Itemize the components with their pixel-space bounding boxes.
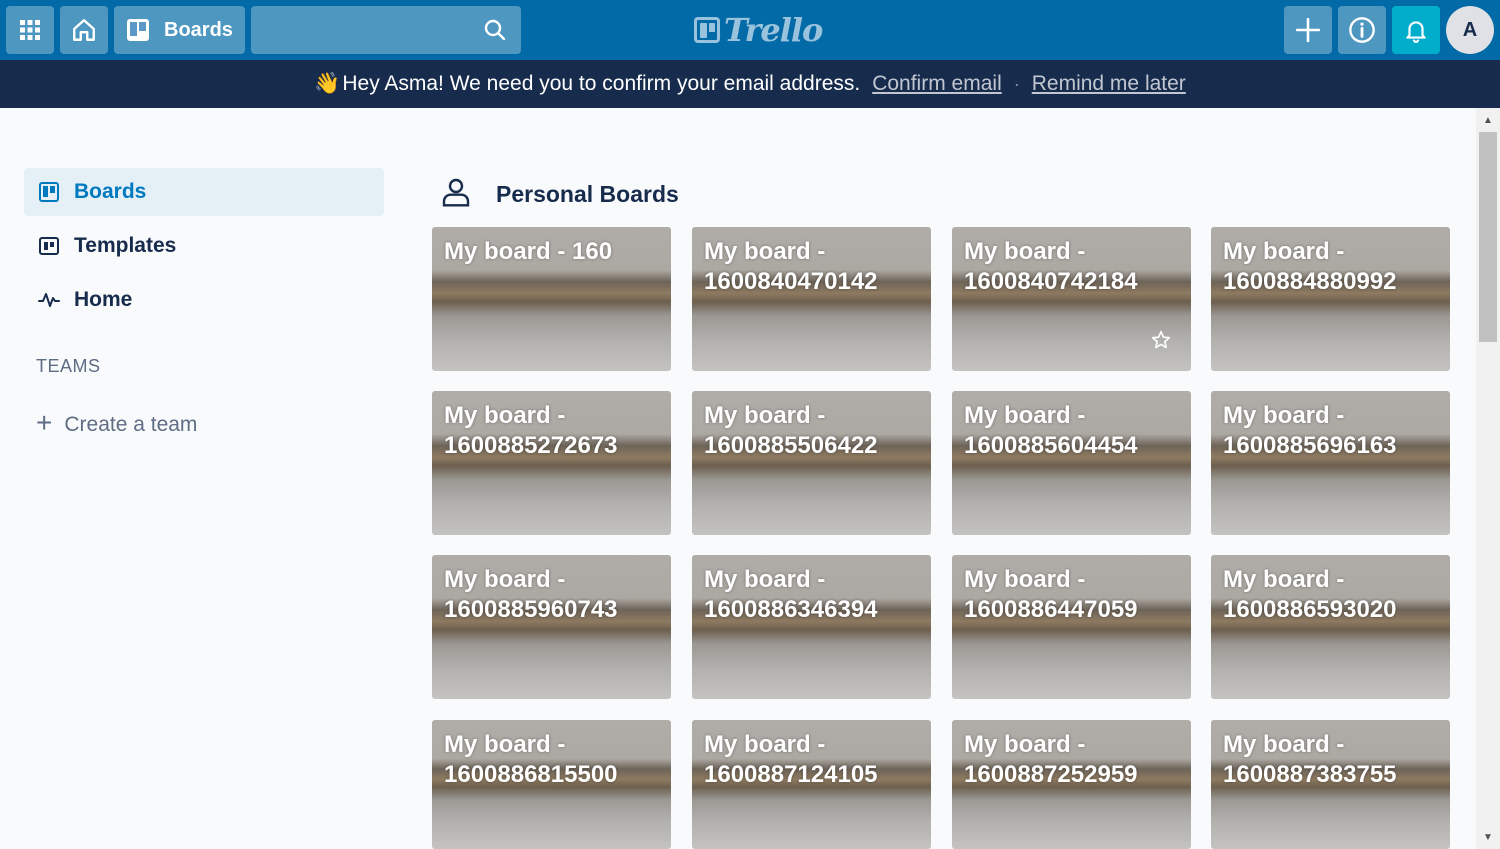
plus-icon <box>1295 17 1321 43</box>
board-title: My board - 1600840742184 <box>964 238 1138 295</box>
board-tile[interactable]: My board - 1600886447059 <box>952 555 1191 699</box>
section-title: Personal Boards <box>496 180 679 207</box>
trello-logo-icon <box>694 17 720 43</box>
sidebar-item-templates[interactable]: Templates <box>24 222 384 270</box>
banner-message: Hey Asma! We need you to confirm your em… <box>342 72 861 95</box>
board-tile[interactable]: My board - 1600840742184 <box>952 227 1191 371</box>
sidebar-item-label: Templates <box>74 234 177 257</box>
board-title: My board - 1600886447059 <box>964 566 1138 623</box>
info-icon <box>1348 16 1376 44</box>
create-team-button[interactable]: + Create a team <box>36 407 198 442</box>
board-title: My board - 160 <box>444 238 613 265</box>
apps-button[interactable] <box>6 6 54 54</box>
board-tile[interactable]: My board - 1600885272673 <box>432 391 671 535</box>
teams-heading: TEAMS <box>36 356 101 376</box>
scroll-down-arrow-icon[interactable]: ▼ <box>1476 829 1500 845</box>
home-button[interactable] <box>60 6 108 54</box>
board-title: My board - 1600884880992 <box>1223 238 1397 295</box>
board-tile[interactable]: My board - 1600885696163 <box>1211 391 1450 535</box>
board-tile[interactable]: My board - 1600886815500 <box>432 720 671 849</box>
sidebar-item-boards[interactable]: Boards <box>24 168 384 216</box>
search-input[interactable] <box>251 6 495 54</box>
board-tile[interactable]: My board - 1600886346394 <box>692 555 931 699</box>
create-button[interactable] <box>1284 6 1332 54</box>
templates-icon <box>38 236 60 256</box>
board-tile[interactable]: My board - 1600887124105 <box>692 720 931 849</box>
board-title: My board - 1600885604454 <box>964 402 1138 459</box>
create-team-label: Create a team <box>64 413 198 436</box>
notifications-button[interactable] <box>1392 6 1440 54</box>
sidebar-item-home[interactable]: Home <box>24 276 384 324</box>
board-title: My board - 1600885272673 <box>444 402 618 459</box>
activity-icon <box>38 292 60 308</box>
avatar[interactable]: A <box>1446 6 1494 54</box>
top-header: Boards Trello A <box>0 0 1500 60</box>
sidebar-item-label: Home <box>74 288 133 311</box>
star-icon[interactable] <box>1151 330 1171 355</box>
board-title: My board - 1600885506422 <box>704 402 878 459</box>
person-icon <box>440 176 472 213</box>
board-title: My board - 1600887383755 <box>1223 731 1397 788</box>
remind-later-link[interactable]: Remind me later <box>1032 72 1186 96</box>
board-tile[interactable]: My board - 160 <box>432 227 671 371</box>
board-icon <box>126 18 150 42</box>
search-box[interactable] <box>251 6 521 54</box>
board-title: My board - 1600885696163 <box>1223 402 1397 459</box>
bell-icon <box>1403 17 1429 43</box>
personal-boards-header: Personal Boards <box>440 176 679 212</box>
page-scrollbar[interactable]: ▲ ▼ <box>1476 108 1500 849</box>
boards-button-label: Boards <box>164 18 233 41</box>
avatar-initial: A <box>1462 18 1478 41</box>
board-tile[interactable]: My board - 1600885506422 <box>692 391 931 535</box>
sidebar-item-label: Boards <box>74 180 147 203</box>
boards-button[interactable]: Boards <box>114 6 245 54</box>
board-title: My board - 1600885960743 <box>444 566 618 623</box>
house-icon <box>71 17 97 43</box>
board-tile[interactable]: My board - 1600884880992 <box>1211 227 1450 371</box>
board-title: My board - 1600886593020 <box>1223 566 1397 623</box>
scroll-up-arrow-icon[interactable]: ▲ <box>1476 112 1500 128</box>
waving-hand-icon: 👋 <box>314 72 341 95</box>
board-title: My board - 1600886815500 <box>444 731 618 788</box>
info-button[interactable] <box>1338 6 1386 54</box>
board-title: My board - 1600887252959 <box>964 731 1138 788</box>
scrollbar-thumb[interactable] <box>1479 132 1497 342</box>
search-icon[interactable] <box>483 18 507 47</box>
board-tile[interactable]: My board - 1600885604454 <box>952 391 1191 535</box>
board-tile[interactable]: My board - 1600887383755 <box>1211 720 1450 849</box>
board-tile[interactable]: My board - 1600887252959 <box>952 720 1191 849</box>
trello-logo-text: Trello <box>724 11 823 49</box>
board-tile[interactable]: My board - 1600886593020 <box>1211 555 1450 699</box>
board-title: My board - 1600886346394 <box>704 566 878 623</box>
board-title: My board - 1600887124105 <box>704 731 878 788</box>
trello-logo[interactable]: Trello <box>694 11 823 49</box>
grid-icon <box>20 20 40 40</box>
board-tile[interactable]: My board - 1600885960743 <box>432 555 671 699</box>
board-tile[interactable]: My board - 1600840470142 <box>692 227 931 371</box>
plus-icon: + <box>36 407 53 438</box>
banner-separator: · <box>1013 73 1020 94</box>
board-title: My board - 1600840470142 <box>704 238 878 295</box>
confirm-email-banner: 👋 Hey Asma! We need you to confirm your … <box>0 60 1500 108</box>
board-icon <box>38 182 60 202</box>
confirm-email-link[interactable]: Confirm email <box>872 72 1002 96</box>
